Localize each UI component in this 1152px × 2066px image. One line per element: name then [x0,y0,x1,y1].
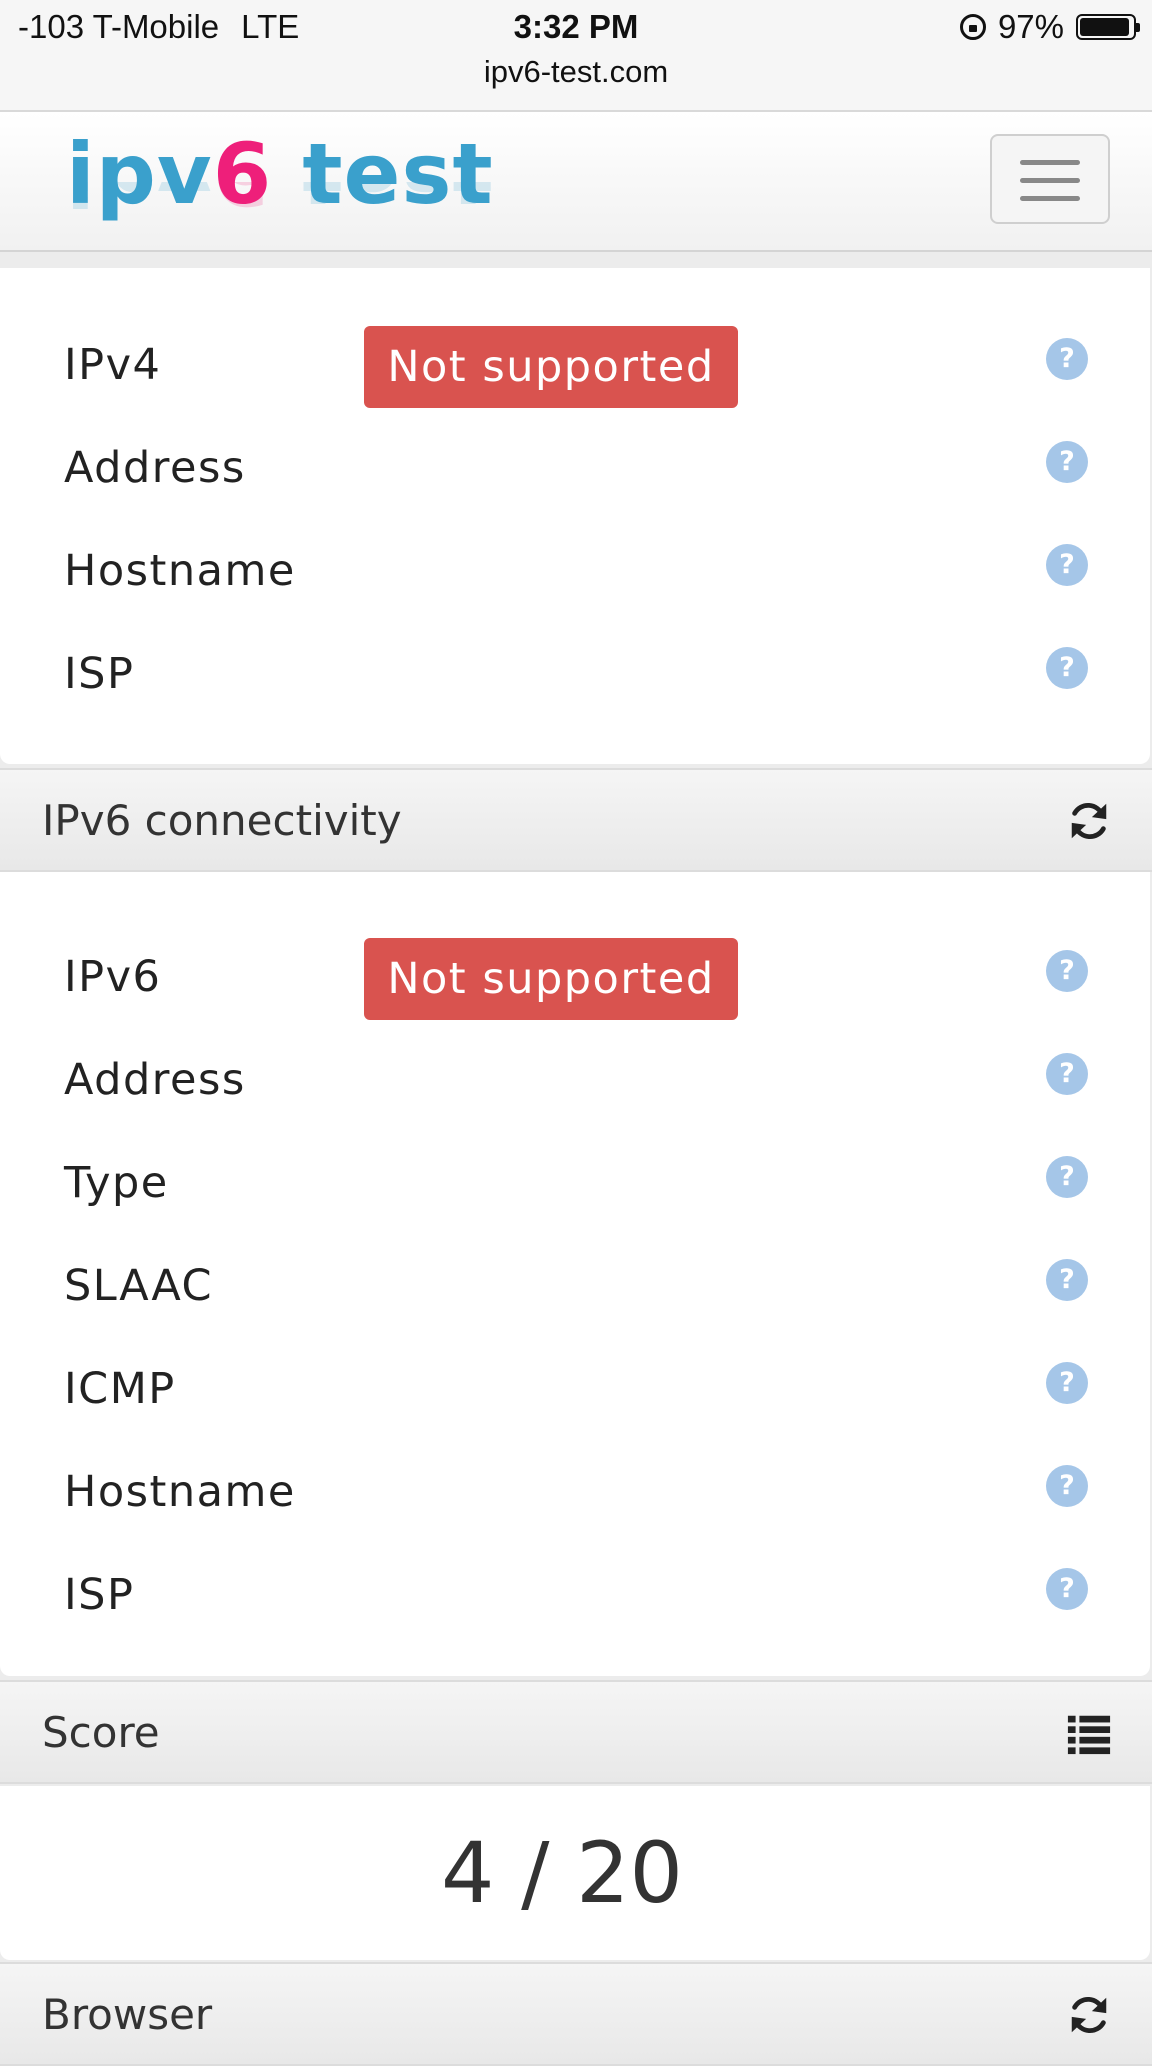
row-label: ICMP [64,1364,176,1414]
question-circle-icon[interactable]: ? [1046,338,1088,380]
status-badge: Not supported [364,326,738,408]
battery-percent: 97% [997,8,1064,45]
status-bar: -103 T-Mobile LTE 3:32 PM 97% ipv6-test.c… [0,0,1152,112]
question-circle-icon[interactable]: ? [1046,1156,1088,1198]
row-label: Address [64,443,246,493]
question-circle-icon[interactable]: ? [1046,1568,1088,1610]
question-circle-icon[interactable]: ? [1046,1053,1088,1095]
ipv4-panel: IPv4 Not supported ? Address ? Hostname … [0,268,1150,764]
battery-icon [1076,14,1140,40]
hamburger-icon [1020,160,1080,165]
row-label: SLAAC [64,1261,214,1311]
ipv6-address-row: Address ? [0,1027,1150,1127]
row-label: ISP [64,649,135,699]
row-label: IPv4 [64,340,162,390]
ipv4-row: IPv4 Not supported ? [0,312,1150,412]
panel-title: IPv6 connectivity [42,796,402,845]
ipv6-panel-header: IPv6 connectivity [0,768,1152,872]
ipv6-panel: IPv6 Not supported ? Address ? Type ? SL… [0,872,1150,1676]
question-circle-icon[interactable]: ? [1046,1259,1088,1301]
row-label: Hostname [64,546,296,596]
ipv6-icmp-row: ICMP ? [0,1336,1150,1436]
question-circle-icon[interactable]: ? [1046,544,1088,586]
row-label: ISP [64,1570,135,1620]
row-label: Hostname [64,1467,296,1517]
question-circle-icon[interactable]: ? [1046,647,1088,689]
list-icon[interactable] [1066,1710,1112,1756]
refresh-icon[interactable] [1066,1992,1112,2038]
menu-toggle-button[interactable] [990,134,1110,224]
browser-panel-header: Browser [0,1962,1152,2066]
row-label: Address [64,1055,246,1105]
address-bar-url[interactable]: ipv6-test.com [0,54,1152,90]
status-badge: Not supported [364,938,738,1020]
ipv6-slaac-row: SLAAC ? [0,1233,1150,1333]
ipv4-hostname-row: Hostname ? [0,518,1150,618]
ipv6-type-row: Type ? [0,1130,1150,1230]
logo-reflection: ipv6 test [66,182,494,216]
ipv4-isp-row: ISP ? [0,621,1150,721]
question-circle-icon[interactable]: ? [1046,1362,1088,1404]
hamburger-bar [1020,178,1080,183]
ipv4-address-row: Address ? [0,415,1150,515]
hamburger-bar [1020,196,1080,201]
panel-title: Score [42,1708,160,1757]
score-value: 4 / 20 [440,1824,684,1922]
rotation-lock-icon [959,14,986,40]
site-navbar: ipv6 test ipv6 test [0,112,1152,252]
ipv6-isp-row: ISP ? [0,1542,1150,1642]
panel-title: Browser [42,1990,213,2039]
question-circle-icon[interactable]: ? [1046,1465,1088,1507]
ipv6-hostname-row: Hostname ? [0,1439,1150,1539]
row-label: IPv6 [64,952,162,1002]
score-panel: 4 / 20 [0,1786,1150,1960]
refresh-icon[interactable] [1066,798,1112,844]
question-circle-icon[interactable]: ? [1046,950,1088,992]
question-circle-icon[interactable]: ? [1046,441,1088,483]
score-panel-header: Score [0,1680,1152,1784]
ipv6-row: IPv6 Not supported ? [0,924,1150,1024]
status-icons: 97% [959,8,1140,46]
row-label: Type [64,1158,169,1208]
